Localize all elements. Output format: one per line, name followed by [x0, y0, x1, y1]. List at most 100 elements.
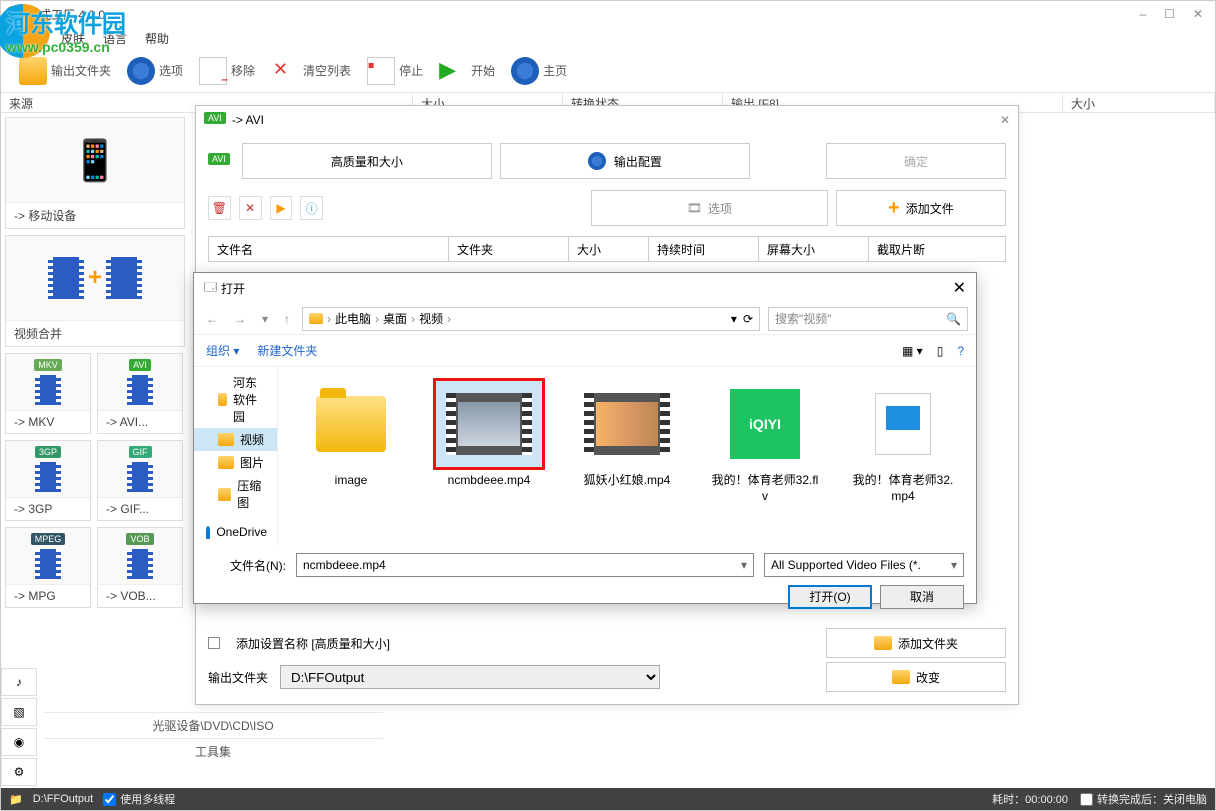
output-folder-button[interactable]: 输出文件夹 [13, 55, 117, 87]
cat-mobile[interactable]: 📱 -> 移动设备 [5, 117, 185, 229]
remove-icon [199, 57, 227, 85]
history-icon[interactable]: ▾ [258, 312, 272, 326]
side-tab-disc[interactable]: ◉ [1, 728, 37, 756]
filename-input[interactable]: ncmbdeee.mp4 [296, 553, 754, 577]
add-setting-label: 添加设置名称 [高质量和大小] [236, 635, 390, 652]
help-icon[interactable]: ? [957, 344, 964, 358]
bottom-drive[interactable]: 光驱设备\DVD\CD\ISO [43, 712, 383, 738]
add-folder-button[interactable]: 添加文件夹 [826, 628, 1006, 658]
open-footer: 文件名(N): ncmbdeee.mp4 All Supported Video… [194, 545, 976, 617]
mini-remove-button[interactable]: 🗑 [208, 196, 231, 220]
status-folder-icon[interactable]: 📁 [9, 793, 23, 806]
view-icon[interactable]: ▦ ▾ [902, 344, 923, 358]
tree-node[interactable]: 视频 [194, 428, 277, 451]
organize-button[interactable]: 组织 ▾ [206, 342, 239, 359]
watermark: 河东软件园 www.pc0359.cn [6, 4, 126, 55]
search-icon: 🔍 [946, 312, 961, 326]
open-close-icon[interactable]: ✕ [953, 278, 966, 298]
back-icon[interactable]: ← [202, 312, 222, 326]
mini-play-button[interactable]: ▶ [270, 196, 293, 220]
tree-node-onedrive[interactable]: OneDrive [194, 522, 277, 542]
open-title: 打开 [221, 280, 245, 297]
new-folder-button[interactable]: 新建文件夹 [257, 342, 317, 359]
multithread-checkbox[interactable] [103, 793, 116, 806]
filetype-filter[interactable]: All Supported Video Files (*. [764, 553, 964, 577]
shutdown-checkbox[interactable] [1080, 793, 1093, 806]
folder-icon [892, 670, 910, 684]
avi-format-icon: AVI [208, 153, 230, 165]
change-button[interactable]: 改变 [826, 662, 1006, 692]
cat-avi[interactable]: AVI -> AVI... [97, 353, 183, 434]
output-config-button[interactable]: 输出配置 [500, 143, 750, 179]
open-toolbar: 组织 ▾ 新建文件夹 ▦ ▾ ▯ ? [194, 335, 976, 367]
output-folder-label: 输出文件夹 [208, 669, 268, 686]
plus-icon: + [888, 197, 900, 220]
crumb-dropdown-icon[interactable]: ▾ [731, 312, 737, 326]
search-input[interactable]: 搜索"视频" 🔍 [768, 307, 968, 331]
side-tabs: ♪ ▧ ◉ ⚙ [1, 668, 41, 788]
remove-button[interactable]: 移除 [193, 55, 261, 87]
side-tab-tools[interactable]: ⚙ [1, 758, 37, 786]
preview-icon[interactable]: ▯ [937, 344, 944, 358]
options-button[interactable]: 选项 [121, 55, 189, 87]
open-navbar: ← → ▾ ↑ › 此电脑› 桌面› 视频› ▾⟳ 搜索"视频" 🔍 [194, 303, 976, 335]
add-setting-checkbox[interactable] [208, 637, 220, 649]
tree-node[interactable]: 图片 [194, 451, 277, 474]
clear-icon [271, 57, 299, 85]
file-item-video[interactable]: 狐妖小红娘.mp4 [572, 379, 682, 489]
cat-mkv[interactable]: MKV -> MKV [5, 353, 91, 434]
cat-merge[interactable]: + 视频合并 [5, 235, 185, 347]
tree-node[interactable]: 河东软件园 [194, 371, 277, 428]
ok-button[interactable]: 确定 [826, 143, 1006, 179]
cat-3gp[interactable]: 3GP -> 3GP [5, 440, 91, 521]
main-menu: 任务 皮肤 语言 帮助 [1, 27, 1215, 49]
main-titlebar: 格式工厂 4.2.0 – ☐ ✕ [1, 1, 1215, 27]
start-button[interactable]: 开始 [433, 55, 501, 87]
mini-info-button[interactable]: ⓘ [300, 196, 323, 220]
open-app-icon: 🗔 [204, 278, 217, 299]
file-item-flv[interactable]: iQIYI 我的！体育老师32.flv [710, 379, 820, 504]
forward-icon[interactable]: → [230, 312, 250, 326]
mini-delete-button[interactable]: ✕ [239, 196, 262, 220]
play-icon [439, 57, 467, 85]
avi-close-icon[interactable]: ✕ [1000, 113, 1010, 127]
refresh-icon[interactable]: ⟳ [743, 312, 753, 326]
folder-icon [309, 313, 323, 324]
cat-vob[interactable]: VOB -> VOB... [97, 527, 183, 608]
output-folder-select[interactable]: D:\FFOutput [280, 665, 660, 689]
maximize-icon[interactable]: ☐ [1164, 7, 1175, 21]
avi-options-button[interactable]: 🎞选项 [591, 190, 827, 226]
cat-gif[interactable]: GIF -> GIF... [97, 440, 183, 521]
avi-badge-icon: AVI [204, 112, 226, 124]
up-icon[interactable]: ↑ [280, 312, 294, 326]
open-titlebar: 🗔 打开 ✕ [194, 273, 976, 303]
home-button[interactable]: 主页 [505, 55, 573, 87]
stop-button[interactable]: 停止 [361, 55, 429, 87]
filename-label: 文件名(N): [206, 557, 286, 574]
file-item-video[interactable]: ncmbdeee.mp4 [434, 379, 544, 489]
app-title: 格式工厂 4.2.0 [27, 6, 1139, 23]
avi-titlebar: AVI -> AVI ✕ [196, 106, 1018, 134]
open-dialog: 🗔 打开 ✕ ← → ▾ ↑ › 此电脑› 桌面› 视频› ▾⟳ 搜索"视频" … [193, 272, 977, 604]
stop-icon [367, 57, 395, 85]
status-bar: 📁 D:\FFOutput 使用多线程 耗时：00:00:00 转换完成后：关闭… [1, 788, 1215, 810]
tree-node[interactable]: 压缩图 [194, 474, 277, 514]
breadcrumb[interactable]: › 此电脑› 桌面› 视频› ▾⟳ [302, 307, 760, 331]
gear-icon [588, 152, 606, 170]
cancel-button[interactable]: 取消 [880, 585, 964, 609]
close-icon[interactable]: ✕ [1193, 7, 1203, 21]
menu-help[interactable]: 帮助 [145, 30, 169, 47]
avi-table-header: 文件名 文件夹 大小 持续时间 屏幕大小 截取片断 [208, 236, 1006, 262]
status-elapsed: 耗时：00:00:00 [992, 791, 1068, 807]
file-item-video[interactable]: 我的！体育老师32.mp4 [848, 379, 958, 504]
file-item-folder[interactable]: image [296, 379, 406, 489]
cat-mpg[interactable]: MPEG -> MPG [5, 527, 91, 608]
side-tab-picture[interactable]: ▧ [1, 698, 37, 726]
side-tab-audio[interactable]: ♪ [1, 668, 37, 696]
clear-list-button[interactable]: 清空列表 [265, 55, 357, 87]
quality-box[interactable]: 高质量和大小 [242, 143, 492, 179]
minimize-icon[interactable]: – [1139, 7, 1146, 21]
add-file-button[interactable]: +添加文件 [836, 190, 1006, 226]
bottom-toolset[interactable]: 工具集 [43, 738, 383, 764]
open-button[interactable]: 打开(O) [788, 585, 872, 609]
